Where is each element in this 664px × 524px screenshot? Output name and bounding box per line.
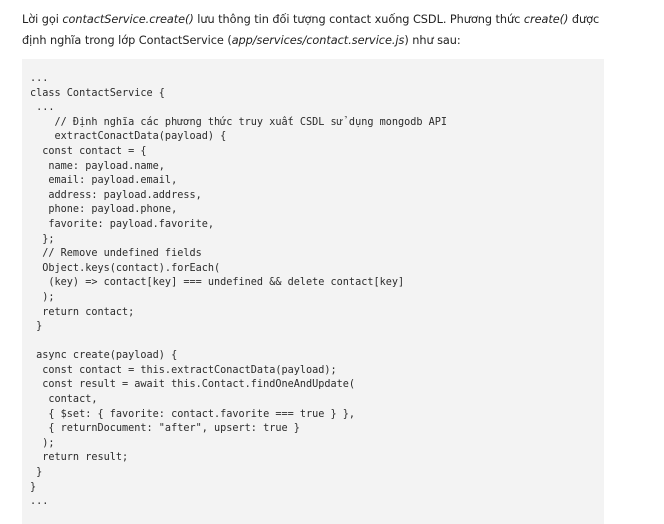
code-line: const contact = this.extractConactData(p…: [30, 364, 337, 376]
code-line: const contact = {: [30, 145, 147, 157]
code-line: };: [30, 233, 55, 245]
code-line: ...: [30, 102, 55, 114]
code-line: );: [30, 437, 55, 449]
code-line: { $set: { favorite: contact.favorite ===…: [30, 408, 356, 420]
code-line: phone: payload.phone,: [30, 204, 178, 216]
code-line: async create(payload) {: [30, 350, 178, 362]
code-line: address: payload.address,: [30, 189, 202, 201]
code-line: Object.keys(contact).forEach(: [30, 262, 221, 274]
intro-code-ref-file-path: app/services/contact.service.js: [231, 34, 405, 47]
code-line: ...: [30, 496, 49, 508]
code-line: const result = await this.Contact.findOn…: [30, 379, 356, 391]
code-line: contact,: [30, 394, 98, 406]
intro-text-4: ) như sau:: [404, 34, 461, 47]
code-line: extractConactData(payload) {: [30, 131, 227, 143]
code-line: // Định nghĩa các phương thức truy xuất …: [30, 116, 448, 128]
code-line: }: [30, 321, 43, 333]
intro-text-1: Lời gọi: [22, 13, 63, 26]
code-line: favorite: payload.favorite,: [30, 218, 215, 230]
code-line: }: [30, 467, 43, 479]
intro-code-ref-create-call: contactService.create(): [62, 13, 194, 26]
code-line: );: [30, 291, 55, 303]
code-line: name: payload.name,: [30, 160, 165, 172]
code-line: (key) => contact[key] === undefined && d…: [30, 277, 405, 289]
code-line: email: payload.email,: [30, 175, 178, 187]
intro-text-2: lưu thông tin đối tượng contact xuống CS…: [193, 13, 524, 26]
code-block: ... class ContactService { ... // Định ng…: [22, 59, 604, 524]
code-line: { returnDocument: "after", upsert: true …: [30, 423, 300, 435]
code-line: }: [30, 481, 37, 493]
code-line: class ContactService {: [30, 87, 165, 99]
code-line: return result;: [30, 452, 129, 464]
intro-paragraph: Lời gọi contactService.create() lưu thôn…: [22, 9, 612, 51]
intro-code-ref-create: create(): [523, 13, 569, 26]
code-line: ...: [30, 73, 49, 84]
code-line: // Remove undefined fields: [30, 248, 202, 260]
code-line: return contact;: [30, 306, 135, 318]
